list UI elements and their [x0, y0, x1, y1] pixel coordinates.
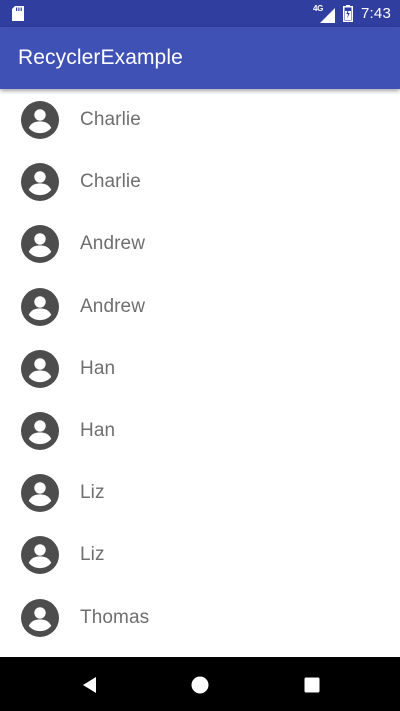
- contact-list[interactable]: Charlie Charlie Andrew Andrew Han Han Li…: [0, 89, 400, 657]
- navigation-bar: [0, 657, 400, 711]
- list-item[interactable]: Liz: [0, 524, 400, 586]
- account-circle-icon: [21, 536, 59, 575]
- list-item[interactable]: Andrew: [0, 276, 400, 338]
- list-item[interactable]: Liz: [0, 462, 400, 524]
- list-item[interactable]: Andrew: [0, 213, 400, 275]
- list-item[interactable]: Charlie: [0, 89, 400, 151]
- status-bar: 4G 7:43: [0, 0, 400, 27]
- account-circle-icon: [21, 598, 59, 637]
- list-item[interactable]: Han: [0, 400, 400, 462]
- account-circle-icon: [21, 101, 59, 140]
- contact-name: Liz: [80, 482, 105, 504]
- contact-name: Andrew: [80, 233, 146, 255]
- contact-name: Charlie: [80, 171, 141, 193]
- home-icon[interactable]: [190, 675, 210, 695]
- account-circle-icon: [21, 412, 59, 451]
- battery-icon: [343, 5, 353, 22]
- app-bar: RecyclerExample: [0, 27, 400, 89]
- signal-icon: 4G: [313, 4, 335, 23]
- account-circle-icon: [21, 474, 59, 513]
- account-circle-icon: [21, 349, 59, 388]
- list-item[interactable]: Charlie: [0, 151, 400, 213]
- list-item[interactable]: Thomas: [0, 587, 400, 649]
- sd-card-icon: [12, 6, 24, 21]
- contact-name: Andrew: [80, 295, 146, 317]
- app-title: RecyclerExample: [18, 46, 183, 69]
- contact-name: Thomas: [80, 606, 150, 628]
- account-circle-icon: [21, 163, 59, 202]
- account-circle-icon: [21, 287, 59, 326]
- back-icon[interactable]: [80, 675, 100, 695]
- list-item[interactable]: Han: [0, 338, 400, 400]
- contact-name: Han: [80, 420, 116, 442]
- recents-icon[interactable]: [302, 675, 322, 695]
- contact-name: Liz: [80, 544, 105, 566]
- contact-name: Charlie: [80, 109, 141, 131]
- contact-name: Han: [80, 357, 116, 379]
- status-time: 7:43: [361, 5, 391, 22]
- account-circle-icon: [21, 225, 59, 264]
